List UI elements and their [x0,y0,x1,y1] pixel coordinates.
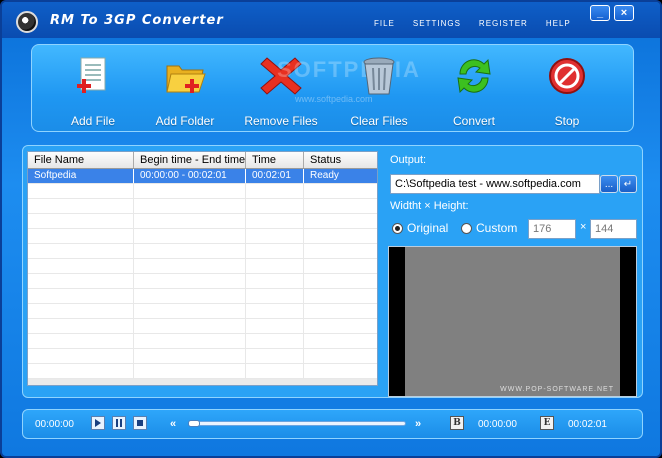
preview-watermark: WWW.POP-SOFTWARE.NET [500,386,614,393]
file-list-table[interactable]: File Name Begin time - End time Time Sta… [27,151,378,386]
add-file-icon [71,54,115,98]
cell-status: Ready [310,170,339,181]
original-size-radio[interactable]: Original [392,221,448,235]
stop-button[interactable]: Stop [522,54,612,130]
pause-icon [116,419,122,427]
cell-time: 00:02:01 [246,169,304,183]
preview-screen [405,247,620,396]
menu-file[interactable]: FILE [374,19,395,28]
menu-register[interactable]: REGISTER [479,19,528,28]
custom-size-radio[interactable]: Custom [461,221,517,235]
remove-files-label: Remove Files [244,114,318,128]
col-time[interactable]: Time [246,152,304,168]
output-label: Output: [390,154,427,166]
original-size-label: Original [407,221,449,235]
minimize-button[interactable]: _ [590,5,610,21]
begin-time: 00:00:00 [478,419,517,430]
film-reel-icon [16,11,38,33]
table-row-empty [28,214,377,229]
video-preview: WWW.POP-SOFTWARE.NET [388,246,637,397]
convert-label: Convert [452,114,496,128]
trash-icon [357,54,401,98]
stop-icon [545,54,589,98]
table-row-empty [28,244,377,259]
cell-file-name: Softpedia [28,169,134,183]
table-row-empty [28,304,377,319]
table-row-empty [28,199,377,214]
table-row-empty [28,364,377,379]
forward-icon[interactable]: » [415,418,421,430]
menu-help[interactable]: HELP [546,19,571,28]
col-begin-end-time[interactable]: Begin time - End time [134,152,246,168]
play-button[interactable] [91,416,105,430]
set-end-button[interactable]: E [540,416,554,430]
play-icon [95,419,101,427]
table-row-empty [28,229,377,244]
rewind-icon[interactable]: « [170,418,176,430]
window-controls: _ × [590,5,634,21]
radio-dot [461,222,472,234]
browse-button[interactable]: ... [600,175,618,193]
menu-bar: FILE SETTINGS REGISTER HELP [374,19,571,28]
app-window: RM To 3GP Converter FILE SETTINGS REGIST… [0,0,662,458]
table-row-empty [28,349,377,364]
horizontal-scrollbar[interactable] [28,379,377,385]
open-folder-button[interactable]: ↵ [619,175,637,193]
table-row-empty [28,259,377,274]
cell-range: 00:00:00 - 00:02:01 [134,169,246,183]
table-row[interactable]: Softpedia 00:00:00 - 00:02:01 00:02:01 R… [28,169,377,184]
add-folder-label: Add Folder [155,114,215,128]
col-file-name[interactable]: File Name [28,152,134,168]
size-label: Widtht × Height: [390,200,469,212]
convert-arrows-icon [452,54,496,98]
menu-settings[interactable]: SETTINGS [413,19,461,28]
radio-dot-selected [392,222,403,234]
title-bar: RM To 3GP Converter FILE SETTINGS REGIST… [2,2,660,38]
table-header: File Name Begin time - End time Time Sta… [28,152,377,169]
table-row-empty [28,334,377,349]
width-input[interactable]: 176 [528,219,576,239]
end-time: 00:02:01 [568,419,607,430]
app-title: RM To 3GP Converter [50,13,224,28]
convert-button[interactable]: Convert [429,54,519,130]
times-sign: × [580,221,587,233]
clear-files-label: Clear Files [350,114,408,128]
seek-bar[interactable] [188,421,406,426]
close-button[interactable]: × [614,5,634,21]
add-folder-icon [163,54,207,98]
height-input[interactable]: 144 [590,219,637,239]
table-row-empty [28,289,377,304]
current-time: 00:00:00 [35,419,74,430]
stop-square-icon [137,420,143,426]
set-begin-button[interactable]: B [450,416,464,430]
table-row-empty [28,184,377,199]
output-path-field[interactable]: C:\Softpedia test - www.softpedia.com [390,174,600,194]
pause-button[interactable] [112,416,126,430]
seek-handle[interactable] [188,420,200,427]
stop-playback-button[interactable] [133,416,147,430]
stop-label: Stop [554,114,580,128]
clear-files-button[interactable]: Clear Files [334,54,424,130]
table-row-empty [28,319,377,334]
add-file-label: Add File [70,114,116,128]
add-folder-button[interactable]: Add Folder [140,54,230,130]
custom-size-label: Custom [476,221,518,235]
add-file-button[interactable]: Add File [48,54,138,130]
col-status[interactable]: Status [304,152,376,168]
table-row-empty [28,274,377,289]
